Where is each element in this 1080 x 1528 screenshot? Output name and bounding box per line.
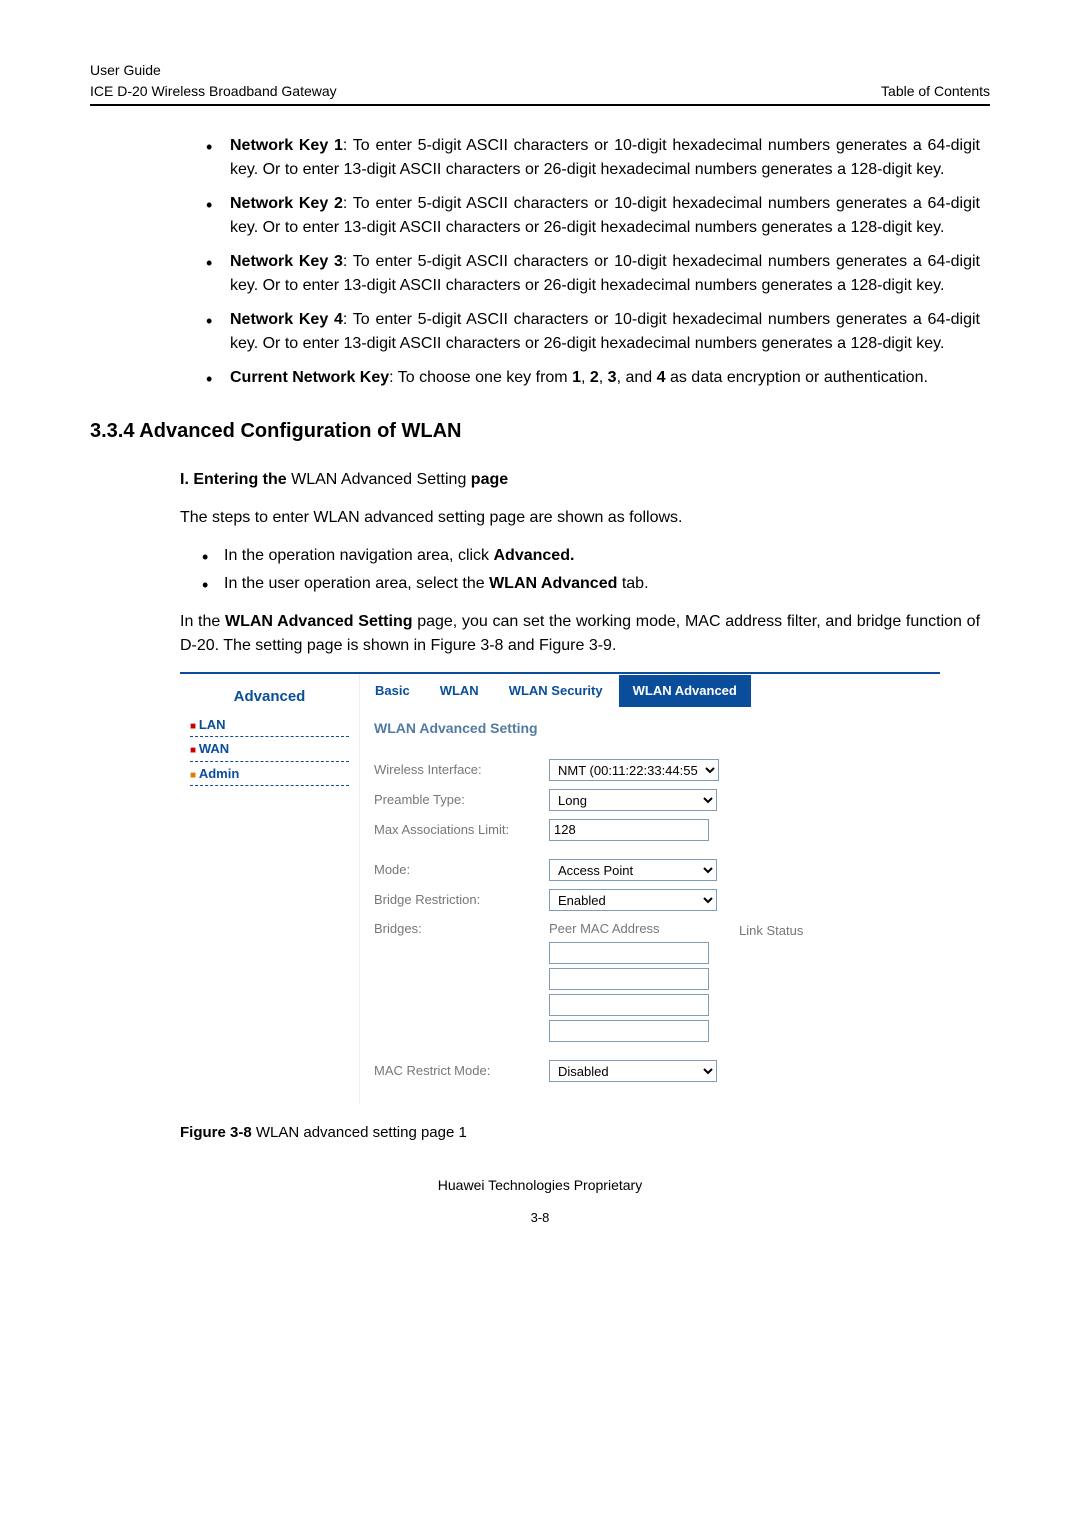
header-right: Table of Contents — [881, 81, 990, 102]
bullet-nk4-rest: : To enter 5-digit ASCII characters or 1… — [230, 311, 980, 352]
label-max-assoc: Max Associations Limit: — [374, 820, 549, 840]
bullet-nk3-rest: : To enter 5-digit ASCII characters or 1… — [230, 253, 980, 294]
input-peer-mac-1[interactable] — [549, 942, 709, 964]
select-mode[interactable]: Access Point — [549, 859, 717, 881]
sub-heading-suffix: page — [466, 471, 508, 488]
para2-b1: WLAN Advanced Setting — [225, 613, 413, 630]
bullet-cnk-b3: 3 — [608, 369, 617, 386]
bullet-cnk-b4: 4 — [657, 369, 666, 386]
tab-basic[interactable]: Basic — [360, 674, 425, 708]
input-peer-mac-2[interactable] — [549, 968, 709, 990]
bullet-nk3-label: Network Key 3 — [230, 253, 343, 270]
step-1-bold: Advanced. — [494, 547, 575, 564]
step-2-bold: WLAN Advanced — [489, 575, 617, 592]
para2: In the WLAN Advanced Setting page, you c… — [180, 610, 980, 658]
sidebar: Advanced LAN WAN Admin — [180, 674, 360, 1104]
bullet-nk3: Network Key 3: To enter 5-digit ASCII ch… — [200, 250, 980, 298]
label-bridge-restriction: Bridge Restriction: — [374, 890, 549, 910]
steps-list: In the operation navigation area, click … — [198, 544, 980, 596]
label-peer-mac: Peer MAC Address — [549, 919, 709, 939]
bullet-cnk-c4: as data encryption or authentication. — [666, 369, 928, 386]
bullet-cnk-c2: , — [599, 369, 608, 386]
para2-pre: In the — [180, 613, 225, 630]
step-2-pre: In the user operation area, select the — [224, 575, 489, 592]
square-icon — [190, 741, 199, 756]
bullet-nk1-label: Network Key 1 — [230, 137, 343, 154]
bullet-cnk-c3: , and — [617, 369, 657, 386]
label-bridges: Bridges: — [374, 919, 549, 939]
sub-heading-mid: WLAN Advanced Setting — [291, 471, 466, 488]
bullet-nk1: Network Key 1: To enter 5-digit ASCII ch… — [200, 134, 980, 182]
sub-heading-prefix: I. Entering the — [180, 471, 291, 488]
sub-heading: I. Entering the WLAN Advanced Setting pa… — [180, 468, 980, 492]
step-1-pre: In the operation navigation area, click — [224, 547, 494, 564]
header-left-line1: User Guide — [90, 60, 337, 81]
sidebar-item-lan-label[interactable]: LAN — [199, 717, 226, 732]
figure-caption: Figure 3-8 WLAN advanced setting page 1 — [180, 1122, 990, 1145]
row-wireless-interface: Wireless Interface: NMT (00:11:22:33:44:… — [374, 759, 926, 781]
row-mode: Mode: Access Point — [374, 859, 926, 881]
bullet-cnk: Current Network Key: To choose one key f… — [200, 366, 980, 390]
select-preamble[interactable]: Long — [549, 789, 717, 811]
row-bridge-restriction: Bridge Restriction: Enabled — [374, 889, 926, 911]
col-link-status: Link Status — [739, 919, 803, 1043]
sidebar-item-admin-label[interactable]: Admin — [199, 766, 239, 781]
bullet-cnk-rest: : To choose one key from — [389, 369, 572, 386]
bullet-nk2-label: Network Key 2 — [230, 195, 343, 212]
label-mode: Mode: — [374, 860, 549, 880]
figure-caption-bold: Figure 3-8 — [180, 1124, 256, 1141]
step-2: In the user operation area, select the W… — [198, 572, 980, 596]
footer-page-number: 3-8 — [90, 1208, 990, 1228]
steps-intro: The steps to enter WLAN advanced setting… — [180, 506, 980, 530]
input-peer-mac-3[interactable] — [549, 994, 709, 1016]
select-mac-restrict[interactable]: Disabled — [549, 1060, 717, 1082]
footer-proprietary: Huawei Technologies Proprietary — [90, 1175, 990, 1196]
row-bridges: Bridges: Peer MAC Address Link Status — [374, 919, 926, 1043]
tab-wlan-security[interactable]: WLAN Security — [494, 674, 618, 708]
row-mac-restrict: MAC Restrict Mode: Disabled — [374, 1060, 926, 1082]
tab-wlan-advanced[interactable]: WLAN Advanced — [618, 674, 752, 708]
section-title: 3.3.4 Advanced Configuration of WLAN — [90, 416, 990, 446]
label-preamble: Preamble Type: — [374, 790, 549, 810]
bullet-nk2: Network Key 2: To enter 5-digit ASCII ch… — [200, 192, 980, 240]
label-mac-restrict: MAC Restrict Mode: — [374, 1061, 549, 1081]
bullet-cnk-b2: 2 — [590, 369, 599, 386]
sidebar-item-lan[interactable]: LAN — [190, 715, 349, 738]
bullet-cnk-c1: , — [581, 369, 590, 386]
header-left: User Guide ICE D-20 Wireless Broadband G… — [90, 60, 337, 102]
bullet-cnk-b1: 1 — [572, 369, 581, 386]
sidebar-item-wan[interactable]: WAN — [190, 739, 349, 762]
select-wireless-interface[interactable]: NMT (00:11:22:33:44:55 — [549, 759, 719, 781]
panel-title: WLAN Advanced Setting — [360, 708, 940, 747]
tab-wlan[interactable]: WLAN — [425, 674, 494, 708]
square-icon — [190, 766, 199, 781]
header-left-line2: ICE D-20 Wireless Broadband Gateway — [90, 81, 337, 102]
tab-bar: Basic WLAN WLAN Security WLAN Advanced — [360, 674, 940, 708]
main-panel: Basic WLAN WLAN Security WLAN Advanced W… — [360, 674, 940, 1104]
label-link-status: Link Status — [739, 921, 803, 941]
step-1: In the operation navigation area, click … — [198, 544, 980, 568]
sidebar-title: Advanced — [190, 686, 349, 709]
bullet-cnk-label: Current Network Key — [230, 369, 389, 386]
key-bullets: Network Key 1: To enter 5-digit ASCII ch… — [200, 134, 980, 390]
bullet-nk2-rest: : To enter 5-digit ASCII characters or 1… — [230, 195, 980, 236]
sidebar-item-wan-label[interactable]: WAN — [199, 741, 229, 756]
row-preamble: Preamble Type: Long — [374, 789, 926, 811]
page-header: User Guide ICE D-20 Wireless Broadband G… — [90, 60, 990, 106]
col-peer-mac: Peer MAC Address — [549, 919, 709, 1043]
figure-3-8: Advanced LAN WAN Admin Basic WLAN WLAN S… — [180, 672, 940, 1104]
input-max-assoc[interactable] — [549, 819, 709, 841]
label-wireless-interface: Wireless Interface: — [374, 760, 549, 780]
square-icon — [190, 717, 199, 732]
sidebar-item-admin[interactable]: Admin — [190, 764, 349, 787]
select-bridge-restriction[interactable]: Enabled — [549, 889, 717, 911]
bullet-nk4-label: Network Key 4 — [230, 311, 343, 328]
input-peer-mac-4[interactable] — [549, 1020, 709, 1042]
bullet-nk1-rest: : To enter 5-digit ASCII characters or 1… — [230, 137, 980, 178]
step-2-post: tab. — [617, 575, 648, 592]
form-table: Wireless Interface: NMT (00:11:22:33:44:… — [360, 747, 940, 1105]
figure-caption-rest: WLAN advanced setting page 1 — [256, 1124, 467, 1141]
bullet-nk4: Network Key 4: To enter 5-digit ASCII ch… — [200, 308, 980, 356]
row-max-assoc: Max Associations Limit: — [374, 819, 926, 841]
